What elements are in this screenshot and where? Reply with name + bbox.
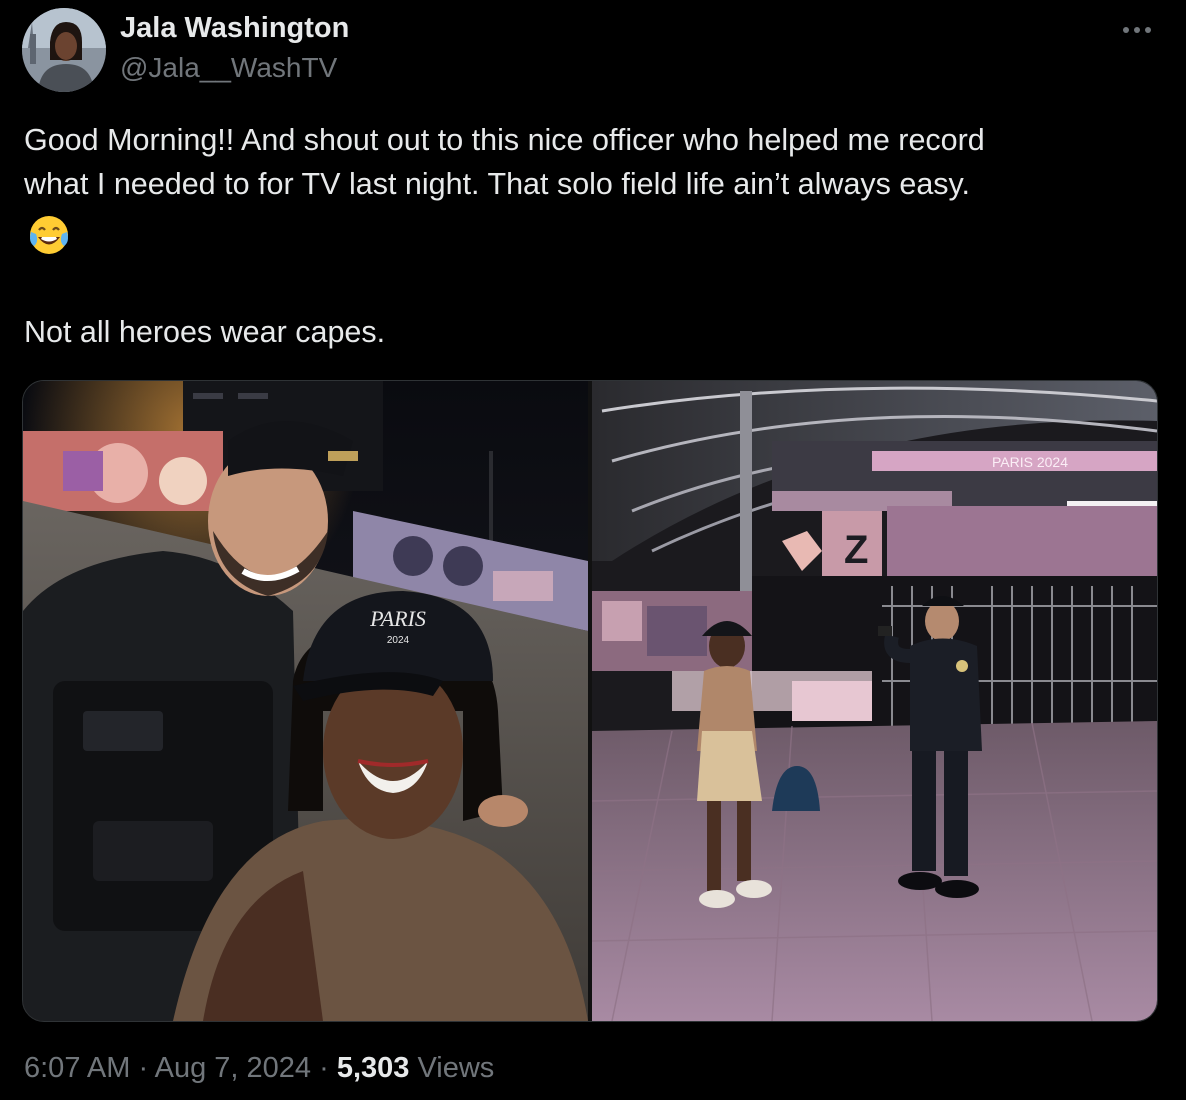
tweet-date: Aug 7, 2024 bbox=[154, 1052, 312, 1084]
views-count: 5,303 bbox=[336, 1052, 410, 1084]
media-grid: PARIS 2024 PARIS 2024 Z bbox=[22, 380, 1158, 1022]
photo-officer-recording[interactable]: PARIS 2024 Z bbox=[592, 381, 1157, 1021]
author-handle[interactable]: @Jala__WashTV bbox=[120, 52, 337, 84]
tweet-time: 6:07 AM bbox=[24, 1052, 131, 1084]
more-horizontal-icon bbox=[1123, 27, 1129, 33]
tweet-text: Good Morning!! And shout out to this nic… bbox=[24, 118, 1164, 206]
tweet-timestamp-link[interactable]: 6:07 AM · Aug 7, 2024 bbox=[24, 1052, 311, 1084]
meta-separator: · bbox=[138, 1052, 149, 1084]
tears-of-joy-emoji-icon bbox=[30, 216, 68, 254]
tweet-text-line: Not all heroes wear capes. bbox=[24, 315, 386, 349]
more-dot bbox=[1134, 27, 1140, 33]
meta-separator: · bbox=[319, 1052, 329, 1084]
banner-text: PARIS 2024 bbox=[992, 454, 1068, 470]
avatar-image bbox=[22, 8, 106, 92]
tweet-meta: 6:07 AM · Aug 7, 2024 · 5,303 Views bbox=[24, 1052, 494, 1085]
gate-letter-text: Z bbox=[844, 528, 868, 572]
cap-brand-text: PARIS bbox=[369, 606, 426, 631]
cap-year-text: 2024 bbox=[387, 635, 410, 646]
author-display-name[interactable]: Jala Washington bbox=[120, 12, 349, 45]
avatar[interactable] bbox=[22, 8, 106, 92]
more-options-button[interactable] bbox=[1112, 14, 1162, 46]
more-dot bbox=[1145, 27, 1151, 33]
tweet-text-line: what I needed to for TV last night. That… bbox=[24, 167, 971, 201]
photo-selfie[interactable]: PARIS 2024 bbox=[23, 381, 588, 1021]
views-label: Views bbox=[417, 1052, 495, 1084]
tweet-card: Jala Washington @Jala__WashTV Good Morni… bbox=[0, 0, 1186, 1100]
tweet-text-line: Good Morning!! And shout out to this nic… bbox=[24, 123, 985, 157]
photo-selfie-image: PARIS 2024 bbox=[23, 381, 588, 1021]
photo-officer-recording-image: PARIS 2024 Z bbox=[592, 381, 1157, 1021]
